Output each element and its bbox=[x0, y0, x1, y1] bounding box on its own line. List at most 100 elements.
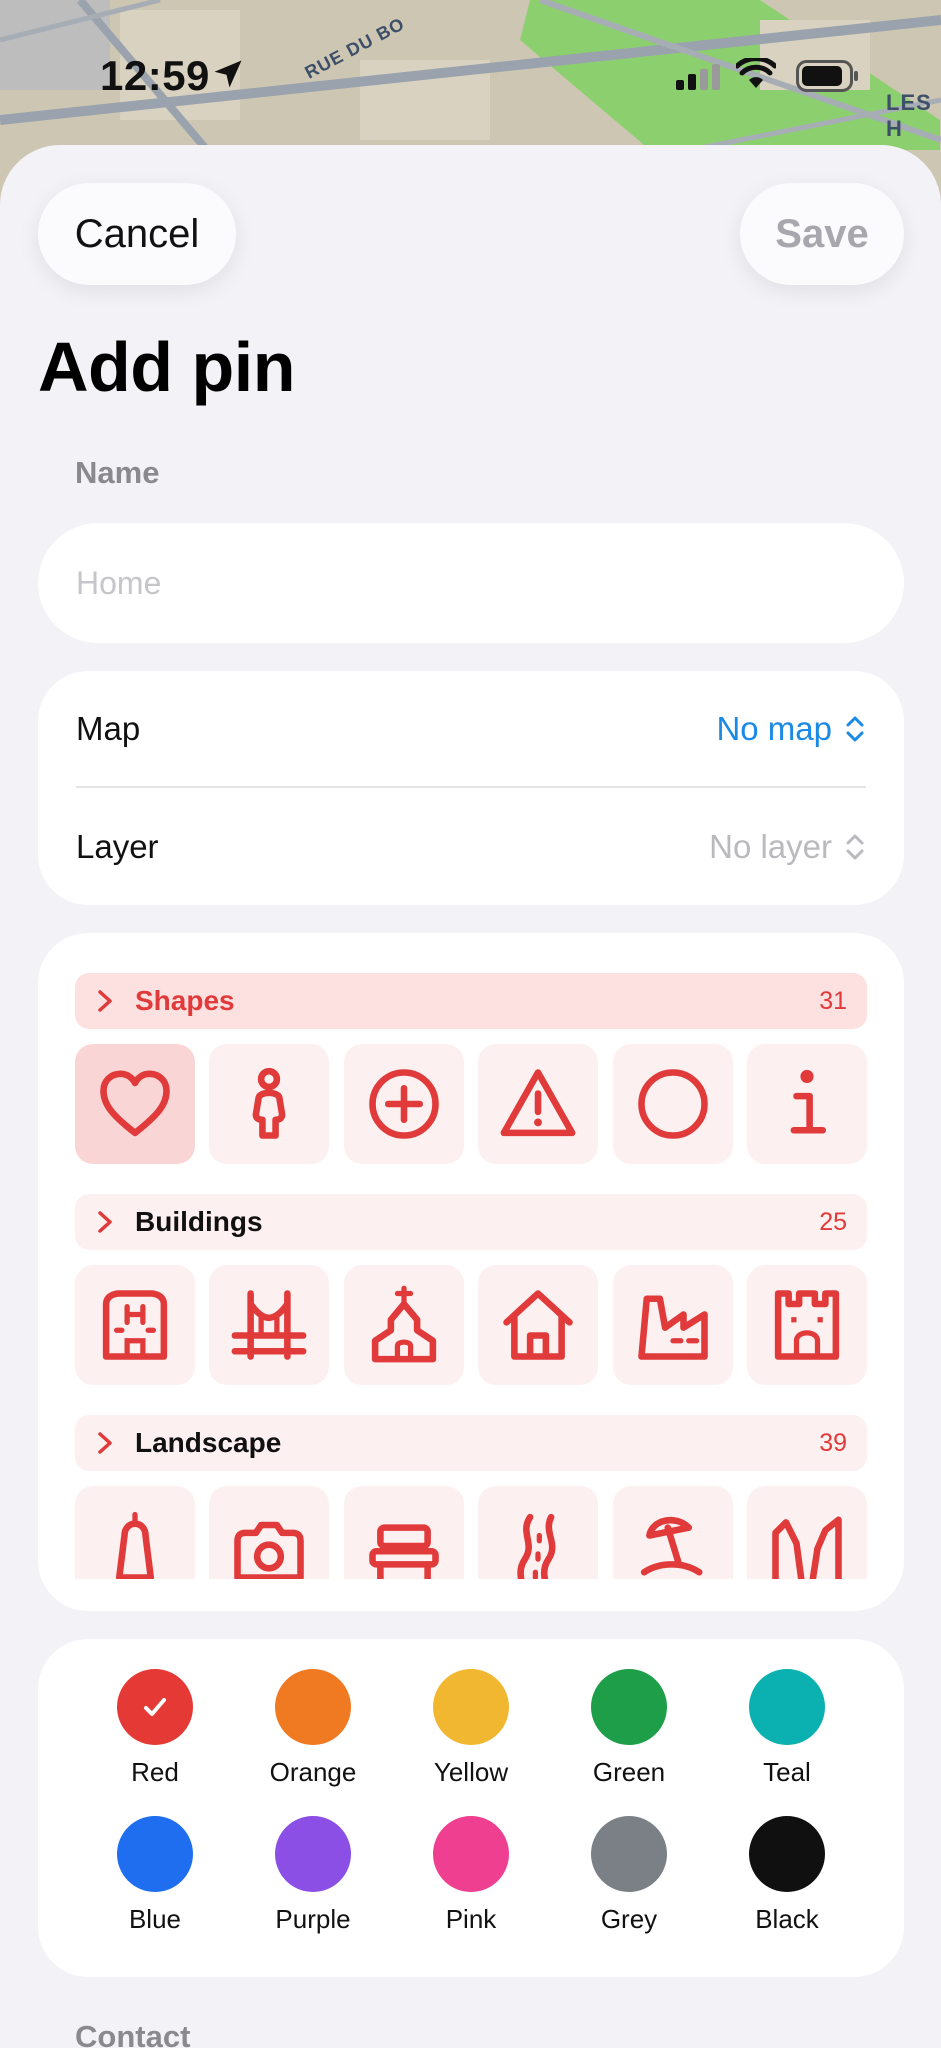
category-header-shapes[interactable]: Shapes 31 bbox=[75, 973, 867, 1029]
road-icon bbox=[517, 1513, 556, 1579]
cancel-button[interactable]: Cancel bbox=[38, 183, 236, 285]
checkmark-icon bbox=[144, 1698, 166, 1716]
color-option-green[interactable]: Green bbox=[550, 1669, 708, 1788]
color-swatch[interactable] bbox=[117, 1669, 193, 1745]
icon-tile-heart[interactable] bbox=[75, 1044, 195, 1164]
color-option-purple[interactable]: Purple bbox=[234, 1816, 392, 1935]
category-name: Buildings bbox=[135, 1206, 263, 1237]
color-swatch[interactable] bbox=[275, 1816, 351, 1892]
color-option-red[interactable]: Red bbox=[76, 1669, 234, 1788]
color-name: Teal bbox=[763, 1757, 811, 1787]
map-label: Map bbox=[76, 709, 141, 747]
color-name: Black bbox=[755, 1904, 819, 1934]
color-swatch[interactable] bbox=[749, 1669, 825, 1745]
bench-icon bbox=[369, 1524, 439, 1579]
icon-picker-card: Shapes 31 Buildings 25 Landscape 39 bbox=[38, 933, 904, 1611]
icon-tile-info[interactable] bbox=[746, 1044, 867, 1164]
icon-tile-castle[interactable] bbox=[746, 1265, 867, 1385]
icon-tile-bridge[interactable] bbox=[209, 1265, 330, 1385]
chevron-up-down-icon bbox=[846, 716, 864, 741]
map-area-label: LES H bbox=[886, 90, 932, 141]
icon-row-buildings bbox=[75, 1265, 867, 1385]
color-name: Red bbox=[131, 1757, 179, 1787]
map-layer-card: Map No map Layer No layer bbox=[38, 671, 904, 905]
bridge-icon bbox=[231, 1290, 307, 1360]
name-label: Name bbox=[75, 455, 160, 490]
battery-icon bbox=[796, 60, 858, 92]
color-option-yellow[interactable]: Yellow bbox=[392, 1669, 550, 1788]
color-grid: Red Orange Yellow Green Teal Blue Purple… bbox=[76, 1669, 866, 1935]
status-time: 12:59 bbox=[100, 52, 210, 99]
color-name: Yellow bbox=[433, 1757, 509, 1787]
canyon-icon bbox=[772, 1516, 842, 1579]
house-icon bbox=[503, 1290, 573, 1360]
color-swatch[interactable] bbox=[433, 1816, 509, 1892]
category-header-landscape[interactable]: Landscape 39 bbox=[75, 1415, 867, 1471]
category-count: 31 bbox=[819, 986, 847, 1015]
map-picker[interactable]: No map bbox=[716, 710, 866, 748]
icon-tile-lighthouse[interactable] bbox=[75, 1486, 195, 1579]
chevron-right-icon bbox=[98, 990, 112, 1012]
color-option-orange[interactable]: Orange bbox=[234, 1669, 392, 1788]
info-icon bbox=[790, 1069, 826, 1134]
color-swatch[interactable] bbox=[433, 1669, 509, 1745]
color-option-pink[interactable]: Pink bbox=[392, 1816, 550, 1935]
icon-tile-road[interactable] bbox=[478, 1486, 599, 1579]
color-swatch[interactable] bbox=[117, 1816, 193, 1892]
name-input[interactable] bbox=[38, 523, 904, 643]
layer-value: No layer bbox=[709, 827, 832, 865]
chevron-right-icon bbox=[98, 1432, 112, 1454]
color-option-blue[interactable]: Blue bbox=[76, 1816, 234, 1935]
warning-triangle-icon bbox=[500, 1069, 576, 1137]
icon-tile-person[interactable] bbox=[209, 1044, 330, 1164]
color-name: Purple bbox=[275, 1904, 351, 1934]
color-name: Pink bbox=[445, 1904, 497, 1934]
chevron-right-icon bbox=[98, 1211, 112, 1233]
icon-tile-circle[interactable] bbox=[612, 1044, 733, 1164]
cellular-signal-icon bbox=[676, 64, 720, 90]
color-swatch[interactable] bbox=[591, 1669, 667, 1745]
icon-tile-bench[interactable] bbox=[343, 1486, 464, 1579]
color-picker-card: Red Orange Yellow Green Teal Blue Purple… bbox=[38, 1639, 904, 1977]
icon-picker-scroll[interactable]: Shapes 31 Buildings 25 Landscape 39 bbox=[38, 933, 904, 1579]
icon-tile-hotel[interactable] bbox=[75, 1265, 195, 1385]
icon-tile-house[interactable] bbox=[478, 1265, 599, 1385]
color-name: Grey bbox=[600, 1904, 658, 1934]
plus-circle-icon bbox=[369, 1069, 439, 1139]
category-header-buildings[interactable]: Buildings 25 bbox=[75, 1194, 867, 1250]
icon-tile-plus-circle[interactable] bbox=[343, 1044, 464, 1164]
add-pin-sheet: Cancel Save Add pin Name Map No map Laye… bbox=[0, 145, 941, 2048]
color-swatch[interactable] bbox=[749, 1816, 825, 1892]
camera-icon bbox=[234, 1521, 305, 1579]
color-option-grey[interactable]: Grey bbox=[550, 1816, 708, 1935]
lighthouse-icon bbox=[115, 1511, 155, 1579]
location-arrow-icon bbox=[214, 60, 242, 88]
icon-tile-factory[interactable] bbox=[612, 1265, 733, 1385]
category-name: Shapes bbox=[135, 985, 235, 1016]
category-count: 39 bbox=[819, 1428, 847, 1457]
save-button[interactable]: Save bbox=[740, 183, 904, 285]
map-row[interactable]: Map No map bbox=[76, 671, 866, 788]
layer-label: Layer bbox=[76, 827, 159, 865]
icon-tile-church[interactable] bbox=[343, 1265, 464, 1385]
icon-tile-warning[interactable] bbox=[478, 1044, 599, 1164]
map-street-label: RUE DU BO bbox=[301, 13, 409, 83]
icon-tile-camera[interactable] bbox=[209, 1486, 330, 1579]
category-name: Landscape bbox=[135, 1427, 282, 1458]
beach-icon bbox=[640, 1516, 703, 1576]
hotel-icon bbox=[102, 1290, 168, 1360]
circle-icon bbox=[637, 1069, 708, 1139]
layer-row[interactable]: Layer No layer bbox=[76, 788, 866, 905]
page-title: Add pin bbox=[38, 328, 295, 406]
icon-tile-beach[interactable] bbox=[612, 1486, 733, 1579]
color-swatch[interactable] bbox=[591, 1816, 667, 1892]
color-option-black[interactable]: Black bbox=[708, 1816, 866, 1935]
castle-icon bbox=[774, 1290, 840, 1360]
icon-row-landscape bbox=[75, 1486, 867, 1579]
layer-picker[interactable]: No layer bbox=[709, 828, 866, 866]
person-icon bbox=[252, 1067, 286, 1139]
category-count: 25 bbox=[819, 1207, 847, 1236]
icon-tile-canyon[interactable] bbox=[746, 1486, 867, 1579]
color-swatch[interactable] bbox=[275, 1669, 351, 1745]
color-option-teal[interactable]: Teal bbox=[708, 1669, 866, 1788]
